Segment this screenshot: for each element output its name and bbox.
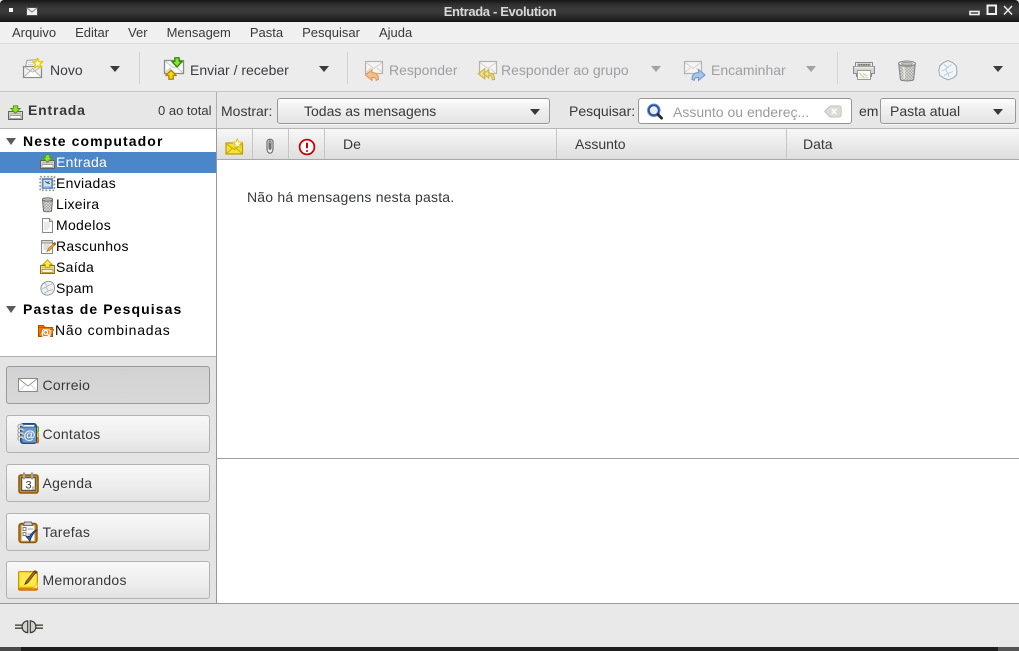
svg-text:@: @ [24, 428, 36, 442]
svg-text:3: 3 [25, 479, 31, 491]
